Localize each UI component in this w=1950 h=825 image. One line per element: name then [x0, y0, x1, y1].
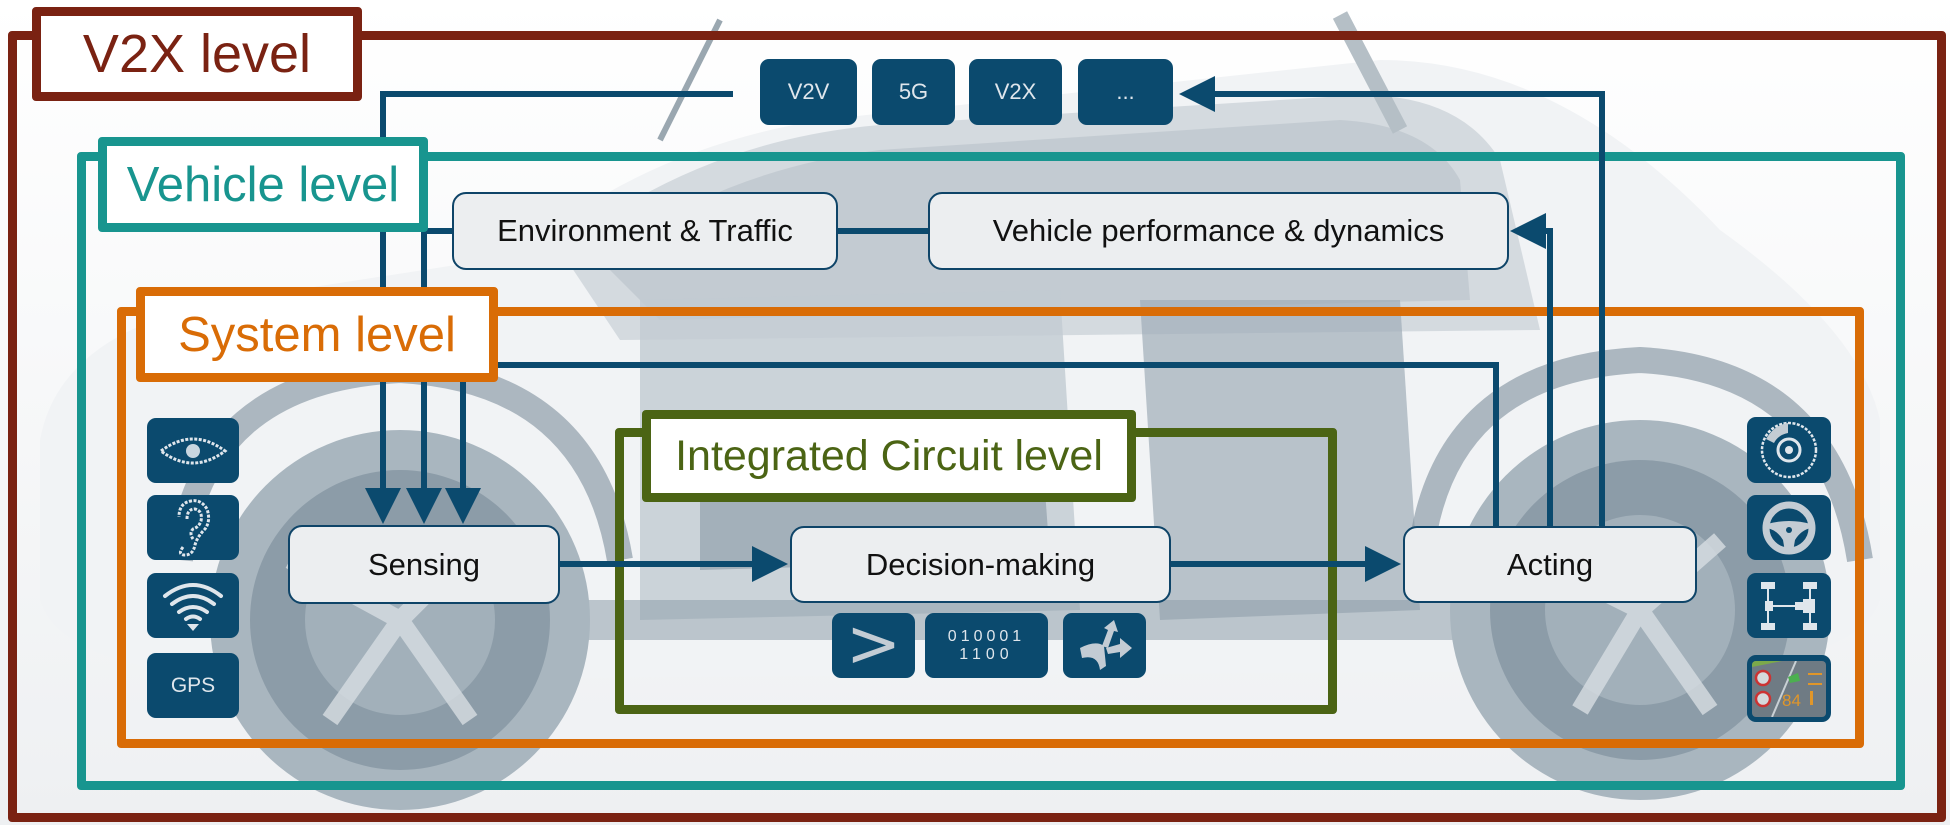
wire-acting-to-vehicle-dynamics	[1510, 213, 1553, 526]
vehicle-dynamics-node: Vehicle performance & dynamics	[928, 192, 1509, 270]
v2x-level-title: V2X level	[82, 24, 312, 84]
decision-comparison: >	[832, 604, 915, 682]
environment-traffic-node: Environment & Traffic	[452, 192, 838, 270]
steering-wheel-icon	[1762, 501, 1816, 554]
actuator-steering	[1747, 495, 1831, 560]
decision-making-label: Decision-making	[865, 546, 1096, 582]
vehicle-level-title: Vehicle level	[126, 157, 400, 212]
vehicle-level-label: Vehicle level	[98, 137, 428, 232]
route-choice-arrows-icon	[1079, 619, 1132, 670]
ic-level-title: Integrated Circuit level	[675, 431, 1103, 480]
eye-icon	[158, 437, 228, 464]
drivetrain-icon	[1761, 581, 1817, 630]
acting-label: Acting	[1506, 546, 1594, 582]
environment-traffic-label: Environment & Traffic	[497, 213, 793, 248]
decision-route	[1063, 613, 1146, 678]
wire-acting-to-communication	[1179, 76, 1605, 526]
actuator-hud: 84	[1747, 655, 1831, 722]
comparison-greater-than-icon: >	[845, 604, 902, 682]
vehicle-dynamics-label: Vehicle performance & dynamics	[992, 213, 1445, 248]
sensor-wireless	[147, 573, 239, 638]
comm-chip-label: V2X	[994, 79, 1037, 104]
actuator-drivetrain	[1747, 573, 1831, 638]
binary-data-line-2: 1100	[959, 645, 1014, 663]
comm-chip-5g: 5G	[872, 59, 955, 125]
sensor-gps: GPS	[147, 653, 239, 718]
binary-data-line-1: 010001	[947, 627, 1026, 645]
system-level-label: System level	[136, 287, 498, 382]
decision-making-node: Decision-making	[790, 526, 1171, 603]
v2x-level-label: V2X level	[32, 7, 362, 101]
comm-chip-label: V2V	[787, 79, 830, 104]
ear-icon	[177, 498, 211, 557]
gps-icon: GPS	[170, 673, 216, 697]
actuator-brake	[1747, 417, 1831, 483]
comm-chip-more: ...	[1078, 59, 1173, 125]
acting-node: Acting	[1403, 526, 1697, 603]
comm-chip-label: 5G	[898, 79, 929, 104]
comm-chip-v2v: V2V	[760, 59, 857, 125]
sensing-label: Sensing	[367, 546, 481, 582]
comm-chip-label: ...	[1116, 79, 1135, 104]
comm-chip-v2x: V2X	[969, 59, 1062, 125]
head-up-display-icon: 84	[1752, 660, 1826, 717]
ic-level-label: Integrated Circuit level	[642, 410, 1136, 502]
sensor-eye	[147, 418, 239, 483]
decision-binary: 010001 1100	[925, 613, 1048, 678]
sensing-node: Sensing	[288, 525, 560, 604]
system-level-title: System level	[178, 307, 456, 362]
hud-speed-readout: 84	[1782, 690, 1801, 710]
wireless-signal-icon	[163, 582, 223, 631]
sensor-ear	[147, 495, 239, 560]
brake-disc-icon	[1760, 421, 1818, 479]
